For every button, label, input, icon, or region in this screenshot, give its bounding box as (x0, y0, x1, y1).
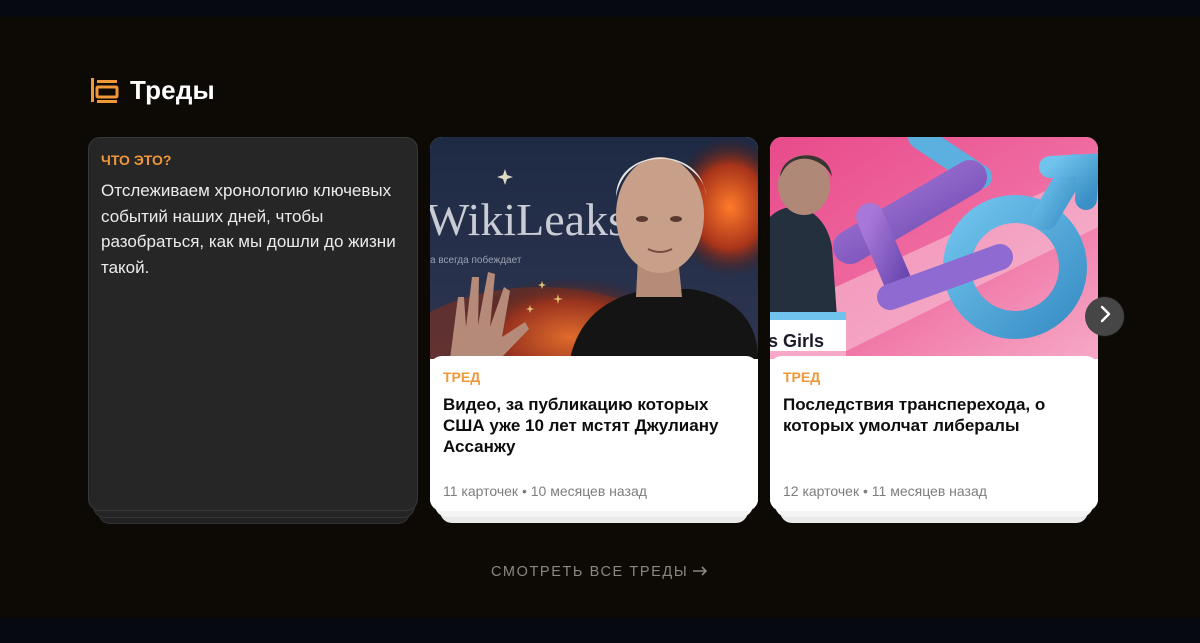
chevron-right-icon (1097, 305, 1113, 328)
thread-cover-image: s Girls (770, 137, 1098, 359)
thread-cover-image: WikiLeaks а всегда побеждает (430, 137, 758, 359)
thread-card-stack[interactable]: WikiLeaks а всегда побеждает ТРЕД Видео,… (430, 137, 760, 523)
carousel-next-button[interactable] (1085, 297, 1124, 336)
thread-card[interactable]: s Girls ТРЕД Последствия трансперехода, … (770, 137, 1098, 511)
see-all-label: СМОТРЕТЬ ВСЕ ТРЕДЫ (491, 564, 689, 580)
image-caption: а всегда побеждает (430, 254, 522, 266)
thread-meta: 11 карточек • 10 месяцев назад (443, 483, 647, 499)
arrow-right-icon (692, 564, 708, 580)
thread-card-body: ТРЕД Видео, за публикацию которых США уж… (430, 356, 758, 511)
bottom-bar (0, 618, 1200, 643)
section-title: Треды (130, 74, 215, 105)
image-sign-text: s Girls (770, 331, 824, 351)
section-header: Треды (90, 74, 215, 106)
top-bar (0, 0, 1200, 17)
info-card-kicker: ЧТО ЭТО? (101, 152, 172, 168)
thread-title[interactable]: Последствия трансперехода, о которых умо… (783, 394, 1088, 436)
info-card: ЧТО ЭТО? Отслеживаем хронологию ключевых… (88, 137, 418, 511)
thread-kicker: ТРЕД (783, 369, 821, 385)
info-card-stack: ЧТО ЭТО? Отслеживаем хронологию ключевых… (88, 137, 418, 524)
see-all-threads-link[interactable]: СМОТРЕТЬ ВСЕ ТРЕДЫ (491, 564, 708, 580)
info-card-text: Отслеживаем хронологию ключевых событий … (101, 181, 396, 277)
thread-card[interactable]: WikiLeaks а всегда побеждает ТРЕД Видео,… (430, 137, 758, 511)
threads-stack-icon (90, 76, 120, 104)
thread-meta: 12 карточек • 11 месяцев назад (783, 483, 987, 499)
image-wordmark: WikiLeaks (430, 194, 626, 245)
thread-title[interactable]: Видео, за публикацию которых США уже 10 … (443, 394, 748, 457)
thread-card-body: ТРЕД Последствия трансперехода, о которы… (770, 356, 1098, 511)
thread-kicker: ТРЕД (443, 369, 481, 385)
thread-card-stack[interactable]: s Girls ТРЕД Последствия трансперехода, … (770, 137, 1100, 523)
